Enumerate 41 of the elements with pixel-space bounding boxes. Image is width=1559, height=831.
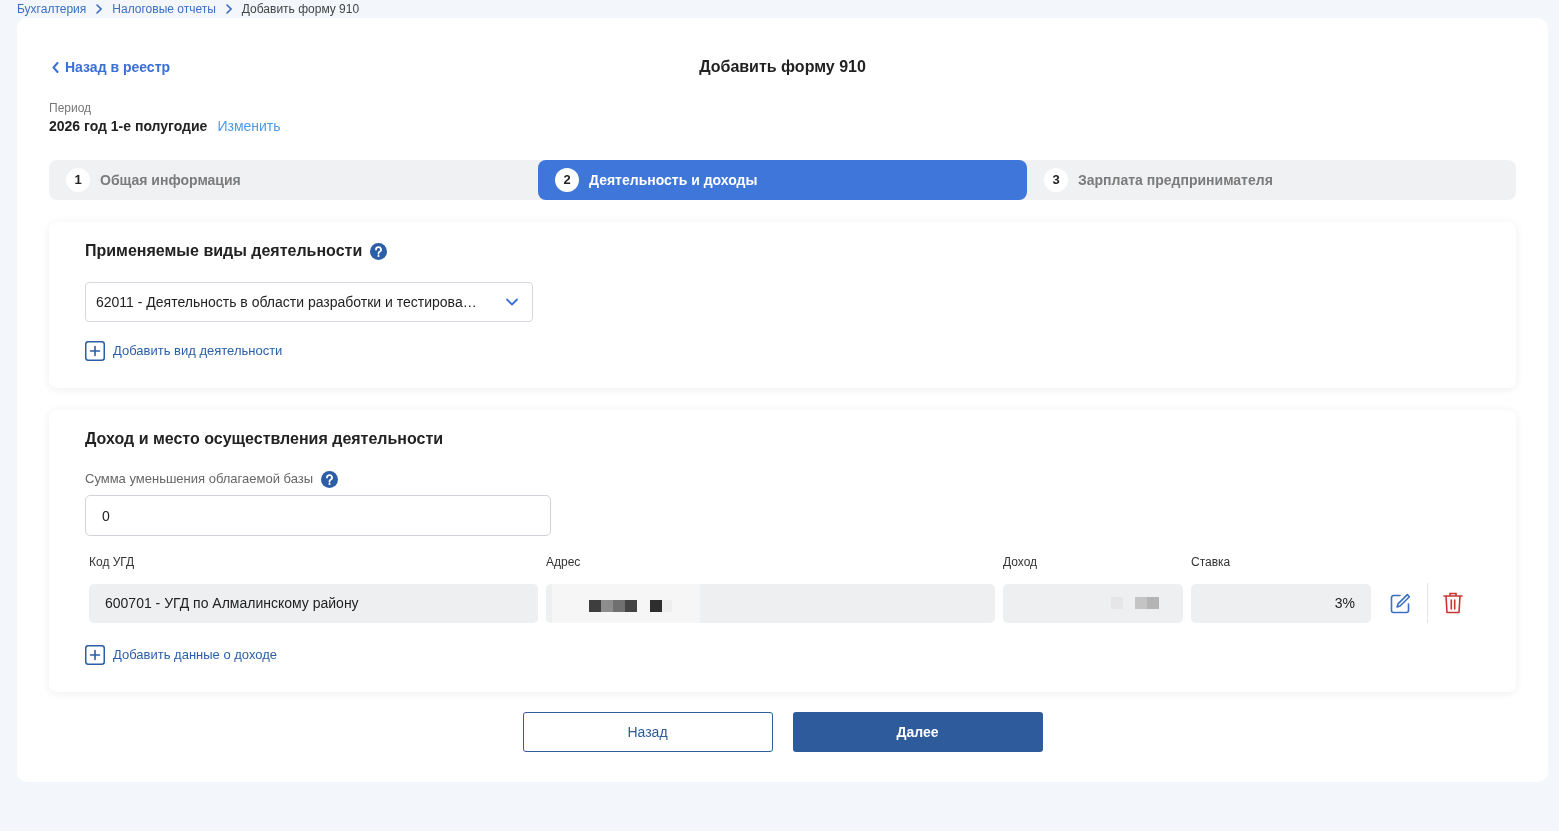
column-header: Код УГД	[89, 555, 135, 569]
ugd-code-field[interactable]: 600701 - УГД по Алмалинскому району	[89, 583, 538, 623]
chevron-right-icon	[96, 4, 103, 14]
back-link[interactable]: Назад в реестр	[52, 56, 171, 78]
next-button[interactable]: Далее	[792, 712, 1043, 752]
breadcrumb-current: Добавить форму 910	[241, 2, 360, 16]
breadcrumb-link[interactable]: Налоговые отчеты	[112, 2, 216, 16]
section-title: Применяемые виды деятельности	[85, 241, 363, 261]
period-value: 2026 год 1-е полугодие	[49, 116, 208, 136]
rate-field[interactable]: 3%	[1191, 583, 1371, 623]
add-activity-link[interactable]: Добавить вид деятельности	[85, 341, 283, 361]
field-label: Сумма уменьшения облагаемой базы	[85, 470, 314, 489]
column-header: Адрес	[546, 555, 581, 569]
help-icon[interactable]	[370, 242, 388, 260]
activity-select[interactable]: 62011 - Деятельность в области разработки и тестирова…	[85, 282, 533, 322]
add-income-link[interactable]: Добавить данные о доходе	[85, 645, 278, 665]
step-number: 1	[66, 168, 90, 192]
chevron-left-icon	[52, 61, 59, 73]
plus-square-icon	[85, 341, 105, 361]
period-label: Период	[49, 100, 92, 116]
step-number: 2	[555, 168, 579, 192]
step-number: 3	[1044, 168, 1068, 192]
column-header: Ставка	[1191, 555, 1231, 569]
back-button[interactable]: Назад	[522, 712, 773, 752]
input-field[interactable]: 0	[85, 495, 551, 536]
step-tab[interactable]: 3 Зарплата предпринимателя	[1027, 160, 1516, 200]
help-icon[interactable]	[321, 470, 339, 488]
edit-icon[interactable]	[1390, 592, 1411, 614]
column-header: Доход	[1003, 555, 1038, 569]
chevron-down-icon	[506, 298, 518, 306]
plus-square-icon	[85, 645, 105, 665]
pixelated-redaction-icon	[552, 583, 700, 623]
page-title: Добавить форму 910	[699, 57, 866, 77]
step-tab[interactable]: 2 Деятельность и доходы	[538, 160, 1027, 200]
step-tab[interactable]: 1 Общая информация	[49, 160, 538, 200]
address-field[interactable]	[546, 583, 995, 623]
trash-icon[interactable]	[1443, 592, 1463, 614]
income-field[interactable]	[1003, 583, 1183, 623]
section-title: Доход и место осуществления деятельности	[85, 429, 444, 449]
chevron-right-icon	[225, 4, 232, 14]
breadcrumb-link[interactable]: Бухгалтерия	[17, 2, 87, 16]
